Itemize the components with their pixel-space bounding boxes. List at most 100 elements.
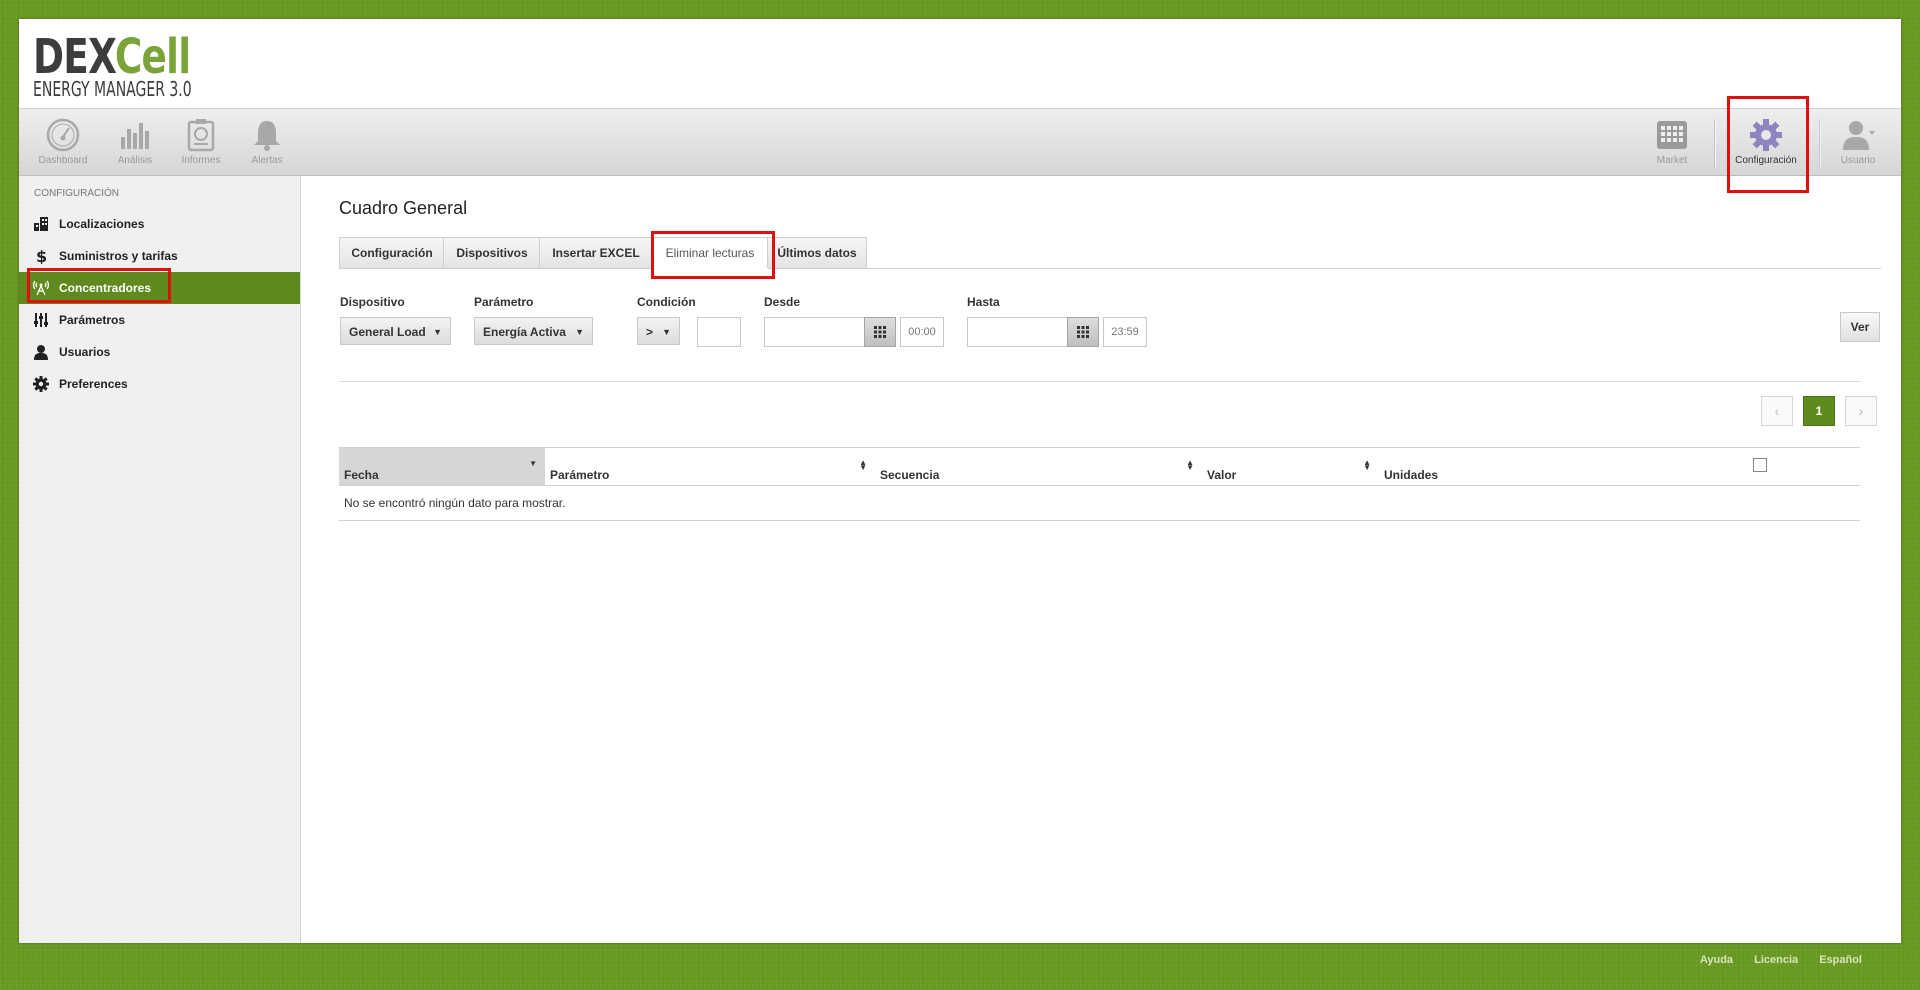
sort-icon: ▲ ▼ [859, 458, 867, 472]
calendar-grid-icon [1077, 326, 1089, 338]
gear-icon [33, 376, 49, 392]
tab-bar: Configuración Dispositivos Insertar EXCE… [339, 237, 1881, 269]
page-title: Cuadro General [339, 198, 468, 218]
column-unidades[interactable]: Unidades [1379, 448, 1759, 485]
column-label: Fecha [344, 468, 379, 482]
condicion-value: > [646, 325, 654, 339]
sidebar-item-localizaciones[interactable]: Localizaciones [19, 208, 300, 240]
hasta-label: Hasta [967, 295, 1000, 309]
toolbar-alertas[interactable]: Alertas [235, 117, 299, 166]
main-toolbar: Dashboard Análisis Informes Alertas Mark… [19, 109, 1901, 176]
toolbar-analisis[interactable]: Análisis [103, 117, 167, 166]
column-secuencia[interactable]: Secuencia ▲ ▼ [875, 448, 1202, 485]
bar-chart-icon [121, 123, 149, 149]
parametro-label: Parámetro [474, 295, 534, 309]
footer-idioma-link[interactable]: Español [1819, 954, 1862, 966]
footer-licencia-link[interactable]: Licencia [1754, 954, 1798, 966]
grid-calendar-icon [1657, 121, 1687, 149]
dispositivo-label: Dispositivo [340, 295, 405, 309]
dispositivo-value: General Load [349, 325, 426, 339]
sidebar-title: CONFIGURACIÓN [34, 188, 119, 199]
dispositivo-select[interactable]: General Load ▼ [340, 317, 451, 345]
bell-icon [254, 121, 280, 151]
toolbar-alertas-label: Alertas [251, 155, 283, 166]
sidebar-item-usuarios[interactable]: Usuarios [19, 336, 300, 368]
svg-text:$: $ [36, 248, 47, 264]
toolbar-dashboard[interactable]: Dashboard [31, 117, 95, 166]
hasta-time-input[interactable]: 23:59 [1103, 317, 1147, 347]
sort-icon: ▲ ▼ [1363, 458, 1371, 472]
condicion-value-input[interactable] [697, 317, 741, 347]
toolbar-market-label: Market [1656, 155, 1688, 166]
caret-down-icon: ▼ [575, 327, 584, 337]
column-parametro[interactable]: Parámetro ▲ ▼ [545, 448, 875, 485]
speedometer-icon [46, 118, 80, 152]
toolbar-analisis-label: Análisis [117, 155, 153, 166]
tab-ultimos-datos[interactable]: Últimos datos [767, 237, 867, 268]
logo-header: DEXCell ENERGY MANAGER 3.0 [19, 19, 1901, 109]
caret-down-icon: ▼ [662, 327, 671, 337]
toolbar-usuario[interactable]: Usuario [1826, 117, 1890, 166]
sidebar-item-label: Usuarios [59, 345, 111, 359]
column-valor[interactable]: Valor ▲ ▼ [1202, 448, 1379, 485]
parametro-select[interactable]: Energía Activa ▼ [474, 317, 593, 345]
calendar-grid-icon [874, 326, 886, 338]
select-all-checkbox[interactable] [1753, 458, 1767, 472]
pager-page-1[interactable]: 1 [1803, 396, 1835, 426]
desde-date-input[interactable] [764, 317, 866, 347]
sidebar-item-label: Parámetros [59, 313, 126, 327]
sidebar-item-label: Localizaciones [59, 217, 145, 231]
buildings-icon [34, 217, 48, 231]
toolbar-informes-label: Informes [181, 155, 221, 166]
sidebar-item-label: Suministros y tarifas [59, 249, 178, 263]
clipboard-chart-icon [187, 119, 215, 152]
desde-label: Desde [764, 295, 801, 309]
footer-ayuda-link[interactable]: Ayuda [1700, 954, 1733, 966]
sliders-icon [34, 313, 48, 327]
column-fecha[interactable]: Fecha ▼ [339, 448, 545, 485]
column-label: Valor [1207, 468, 1237, 482]
ver-button[interactable]: Ver [1840, 312, 1880, 342]
table-header-row: Fecha ▼ Parámetro ▲ ▼ Secuencia ▲ ▼ Valor … [339, 447, 1860, 486]
hasta-calendar-button[interactable] [1067, 317, 1099, 347]
tab-configuracion[interactable]: Configuración [339, 237, 445, 268]
column-label: Secuencia [880, 468, 940, 482]
filter-divider [339, 381, 1861, 382]
dexcell-logo[interactable]: DEXCell ENERGY MANAGER 3.0 [33, 33, 260, 99]
toolbar-informes[interactable]: Informes [169, 117, 233, 166]
toolbar-market[interactable]: Market [1640, 117, 1704, 166]
column-label: Unidades [1384, 468, 1439, 482]
highlight-eliminar-lecturas [651, 231, 775, 279]
app-window: DEXCell ENERGY MANAGER 3.0 Dashboard Aná… [19, 19, 1901, 943]
tab-dispositivos[interactable]: Dispositivos [443, 237, 541, 268]
pager-prev-button[interactable]: ‹ [1761, 396, 1793, 426]
sort-desc-icon: ▼ [529, 459, 537, 468]
main-content: Cuadro General Configuración Dispositivo… [339, 176, 1881, 943]
toolbar-dashboard-label: Dashboard [38, 155, 88, 166]
readings-table: Fecha ▼ Parámetro ▲ ▼ Secuencia ▲ ▼ Valor … [339, 447, 1860, 521]
footer-links: Ayuda Licencia Español [1682, 954, 1862, 966]
user-dropdown-icon [1843, 121, 1875, 150]
hasta-date-input[interactable] [967, 317, 1069, 347]
caret-down-icon: ▼ [433, 327, 442, 337]
condicion-select[interactable]: > ▼ [637, 317, 680, 345]
sidebar-item-preferences[interactable]: Preferences [19, 368, 300, 400]
user-icon [34, 345, 48, 360]
sidebar-item-parametros[interactable]: Parámetros [19, 304, 300, 336]
highlight-configuracion [1727, 96, 1809, 193]
column-label: Parámetro [550, 468, 610, 482]
desde-calendar-button[interactable] [864, 317, 896, 347]
parametro-value: Energía Activa [483, 325, 566, 339]
dollar-icon: $ [36, 248, 47, 264]
desde-time-input[interactable]: 00:00 [900, 317, 944, 347]
toolbar-divider [1714, 119, 1716, 167]
highlight-concentradores [27, 268, 171, 303]
pager-next-button[interactable]: › [1845, 396, 1877, 426]
table-empty-message: No se encontró ningún dato para mostrar. [339, 486, 1860, 521]
logo-subtitle: ENERGY MANAGER 3.0 [33, 77, 192, 101]
condicion-label: Condición [637, 295, 696, 309]
tab-insertar-excel[interactable]: Insertar EXCEL [539, 237, 653, 268]
sort-icon: ▲ ▼ [1186, 458, 1194, 472]
toolbar-divider [1819, 119, 1821, 167]
sidebar-item-label: Preferences [59, 377, 128, 391]
